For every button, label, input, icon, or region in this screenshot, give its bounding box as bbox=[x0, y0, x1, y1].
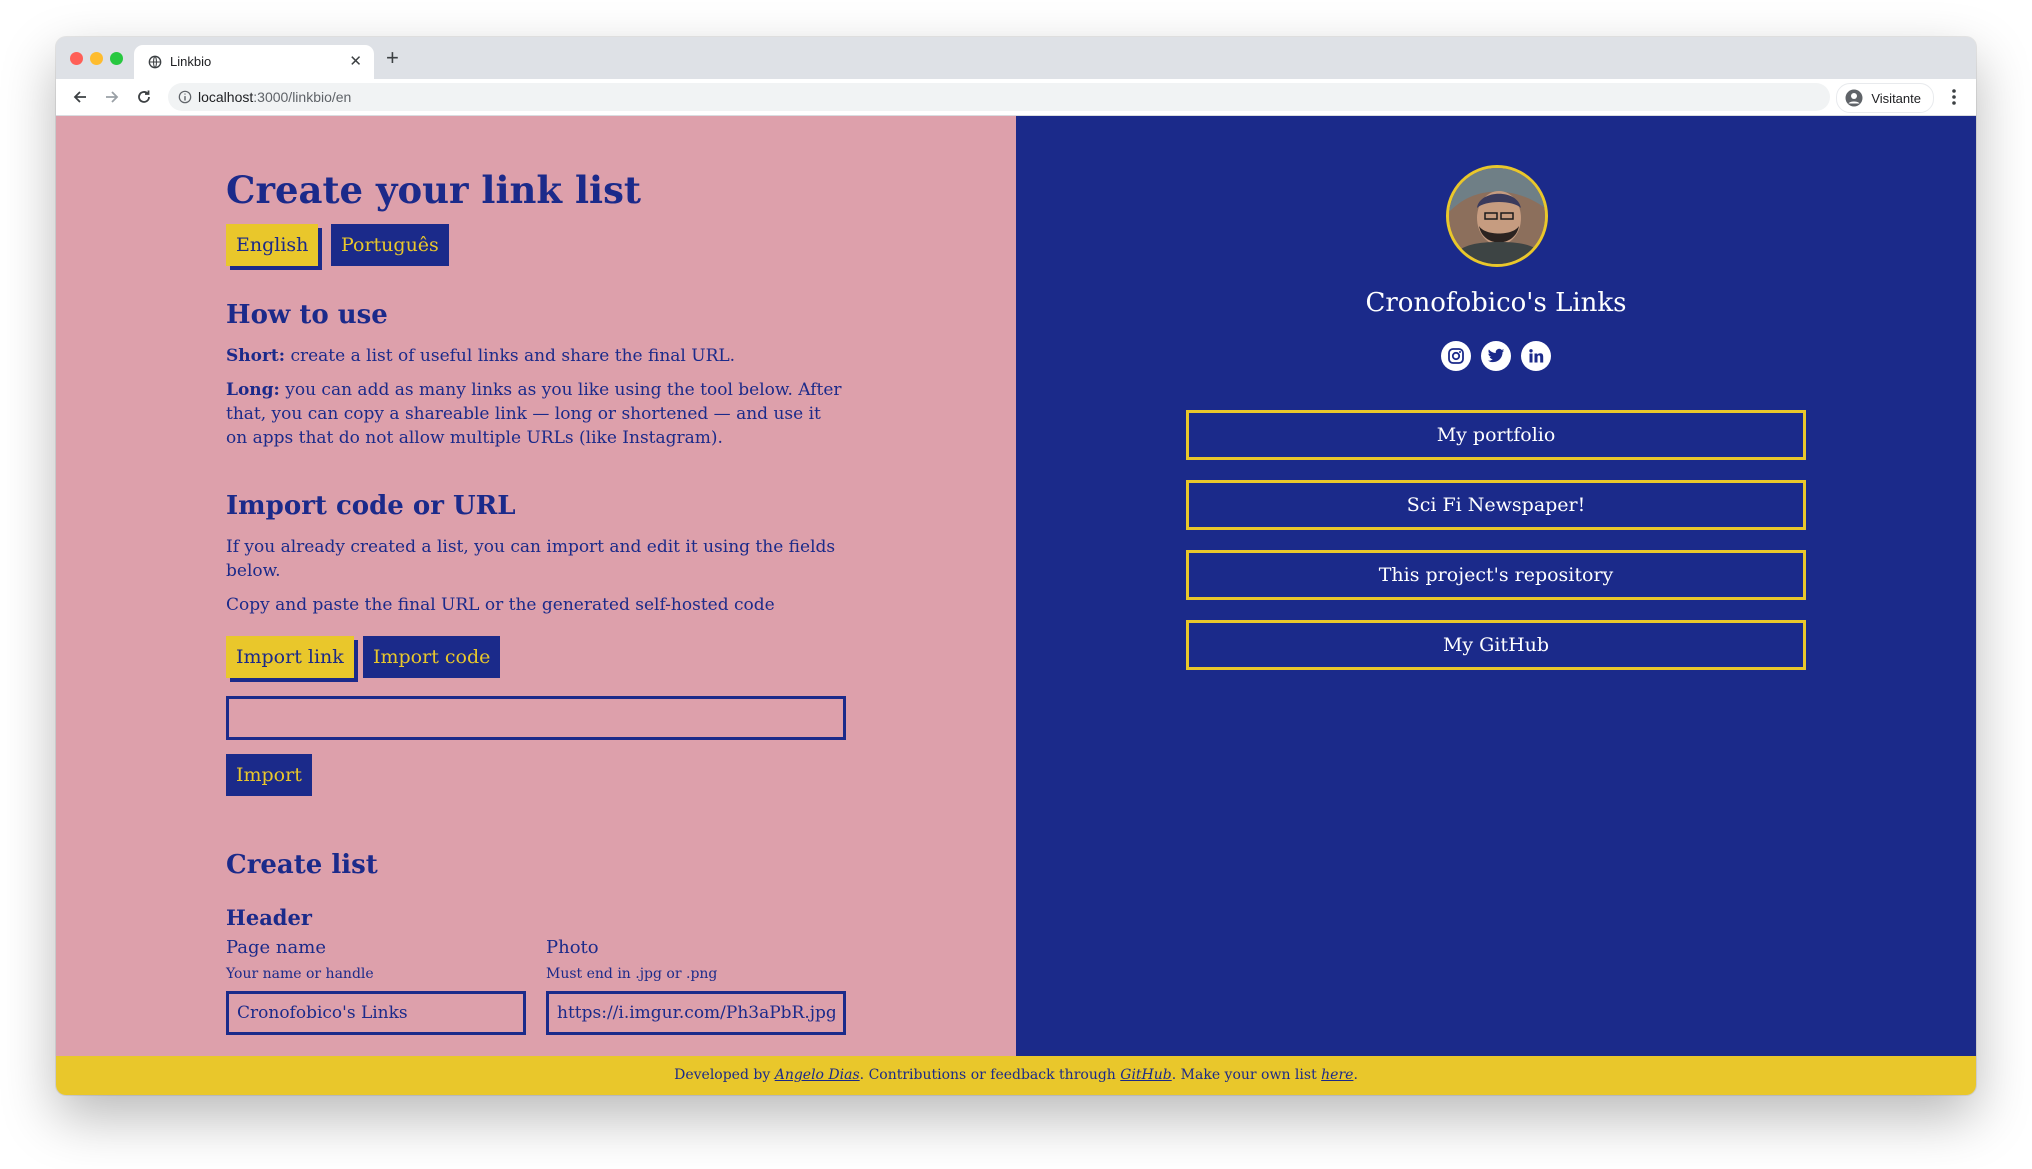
portuguese-button[interactable]: Português bbox=[331, 224, 449, 266]
twitter-icon bbox=[1487, 348, 1505, 363]
close-window-button[interactable] bbox=[70, 52, 83, 65]
page-name-label: Page name bbox=[226, 937, 326, 958]
minimize-window-button[interactable] bbox=[90, 52, 103, 65]
long-text: you can add as many links as you like us… bbox=[226, 380, 842, 448]
link-button[interactable]: Sci Fi Newspaper! bbox=[1186, 480, 1806, 530]
photo-label: Photo bbox=[546, 937, 599, 958]
instagram-icon bbox=[1448, 348, 1464, 364]
author-link[interactable]: Angelo Dias bbox=[775, 1067, 860, 1083]
import-input[interactable] bbox=[226, 696, 846, 740]
twitter-button[interactable] bbox=[1481, 341, 1511, 371]
info-icon bbox=[178, 90, 192, 104]
long-description: Long: you can add as many links as you l… bbox=[226, 378, 846, 450]
profile-button[interactable]: Visitante bbox=[1836, 83, 1934, 113]
tab-strip: Linkbio ✕ + bbox=[56, 37, 1976, 79]
preview-panel: Cronofobico's Links My portfolio Sci Fi … bbox=[1016, 116, 1976, 1056]
browser-toolbar: localhost:3000/linkbio/en Visitante bbox=[56, 79, 1976, 116]
short-text: create a list of useful links and share … bbox=[285, 346, 736, 366]
footer-text: . Contributions or feedback through bbox=[859, 1067, 1121, 1083]
photo-url-input[interactable] bbox=[546, 991, 846, 1035]
arrow-right-icon bbox=[106, 91, 119, 103]
link-button[interactable]: My GitHub bbox=[1186, 620, 1806, 670]
import-link-button[interactable]: Import link bbox=[226, 636, 354, 678]
tab-title: Linkbio bbox=[170, 54, 212, 69]
linkedin-button[interactable] bbox=[1521, 341, 1551, 371]
instagram-button[interactable] bbox=[1441, 341, 1471, 371]
page-title: Create your link list bbox=[226, 168, 641, 212]
short-label: Short: bbox=[226, 346, 286, 366]
more-vert-icon[interactable] bbox=[1944, 85, 1964, 109]
linkedin-icon bbox=[1529, 349, 1544, 363]
import-description: If you already created a list, you can i… bbox=[226, 537, 836, 581]
avatar-photo bbox=[1449, 168, 1545, 264]
footer-text: . Make your own list bbox=[1171, 1067, 1322, 1083]
import-heading: Import code or URL bbox=[226, 491, 516, 521]
address-bar[interactable]: localhost:3000/linkbio/en bbox=[168, 83, 1830, 111]
footer: Developed by Angelo Dias. Contributions … bbox=[56, 1056, 1976, 1095]
new-tab-button[interactable]: + bbox=[386, 45, 399, 71]
editor-panel: Create your link list English Português … bbox=[56, 116, 1016, 1056]
reload-icon bbox=[138, 90, 150, 103]
url-text: localhost:3000/linkbio/en bbox=[198, 89, 351, 105]
forward-button[interactable] bbox=[100, 85, 124, 109]
import-instructions: Copy and paste the final URL or the gene… bbox=[226, 595, 775, 615]
footer-text: . bbox=[1353, 1067, 1358, 1083]
browser-window: Linkbio ✕ + localhost:3000/linkbio/en Vi… bbox=[56, 37, 1976, 1095]
globe-icon bbox=[148, 55, 162, 69]
back-button[interactable] bbox=[68, 85, 92, 109]
arrow-left-icon bbox=[73, 91, 86, 103]
create-list-heading: Create list bbox=[226, 850, 378, 880]
footer-text: Developed by bbox=[674, 1067, 775, 1083]
maximize-window-button[interactable] bbox=[110, 52, 123, 65]
avatar bbox=[1446, 165, 1548, 267]
header-section-heading: Header bbox=[226, 905, 312, 930]
url-host: localhost bbox=[198, 89, 254, 105]
link-button[interactable]: My portfolio bbox=[1186, 410, 1806, 460]
photo-hint: Must end in .jpg or .png bbox=[546, 966, 718, 982]
page-name-hint: Your name or handle bbox=[226, 966, 374, 982]
import-code-button[interactable]: Import code bbox=[363, 636, 501, 678]
url-path: :3000/linkbio/en bbox=[253, 89, 352, 105]
profile-label: Visitante bbox=[1871, 90, 1921, 106]
github-link[interactable]: GitHub bbox=[1120, 1067, 1171, 1083]
import-button[interactable]: Import bbox=[226, 754, 312, 796]
short-description: Short: create a list of useful links and… bbox=[226, 344, 846, 368]
page-name-input[interactable] bbox=[226, 991, 526, 1035]
how-to-use-heading: How to use bbox=[226, 300, 388, 330]
here-link[interactable]: here bbox=[1321, 1067, 1353, 1083]
preview-page-name: Cronofobico's Links bbox=[1365, 288, 1627, 318]
reload-button[interactable] bbox=[132, 85, 156, 109]
account-icon bbox=[1845, 89, 1863, 107]
link-button[interactable]: This project's repository bbox=[1186, 550, 1806, 600]
long-label: Long: bbox=[226, 380, 280, 400]
close-tab-icon[interactable]: ✕ bbox=[349, 52, 362, 70]
browser-tab[interactable]: Linkbio ✕ bbox=[134, 45, 374, 79]
english-button[interactable]: English bbox=[226, 224, 319, 266]
page-content: Create your link list English Português … bbox=[56, 116, 1976, 1056]
